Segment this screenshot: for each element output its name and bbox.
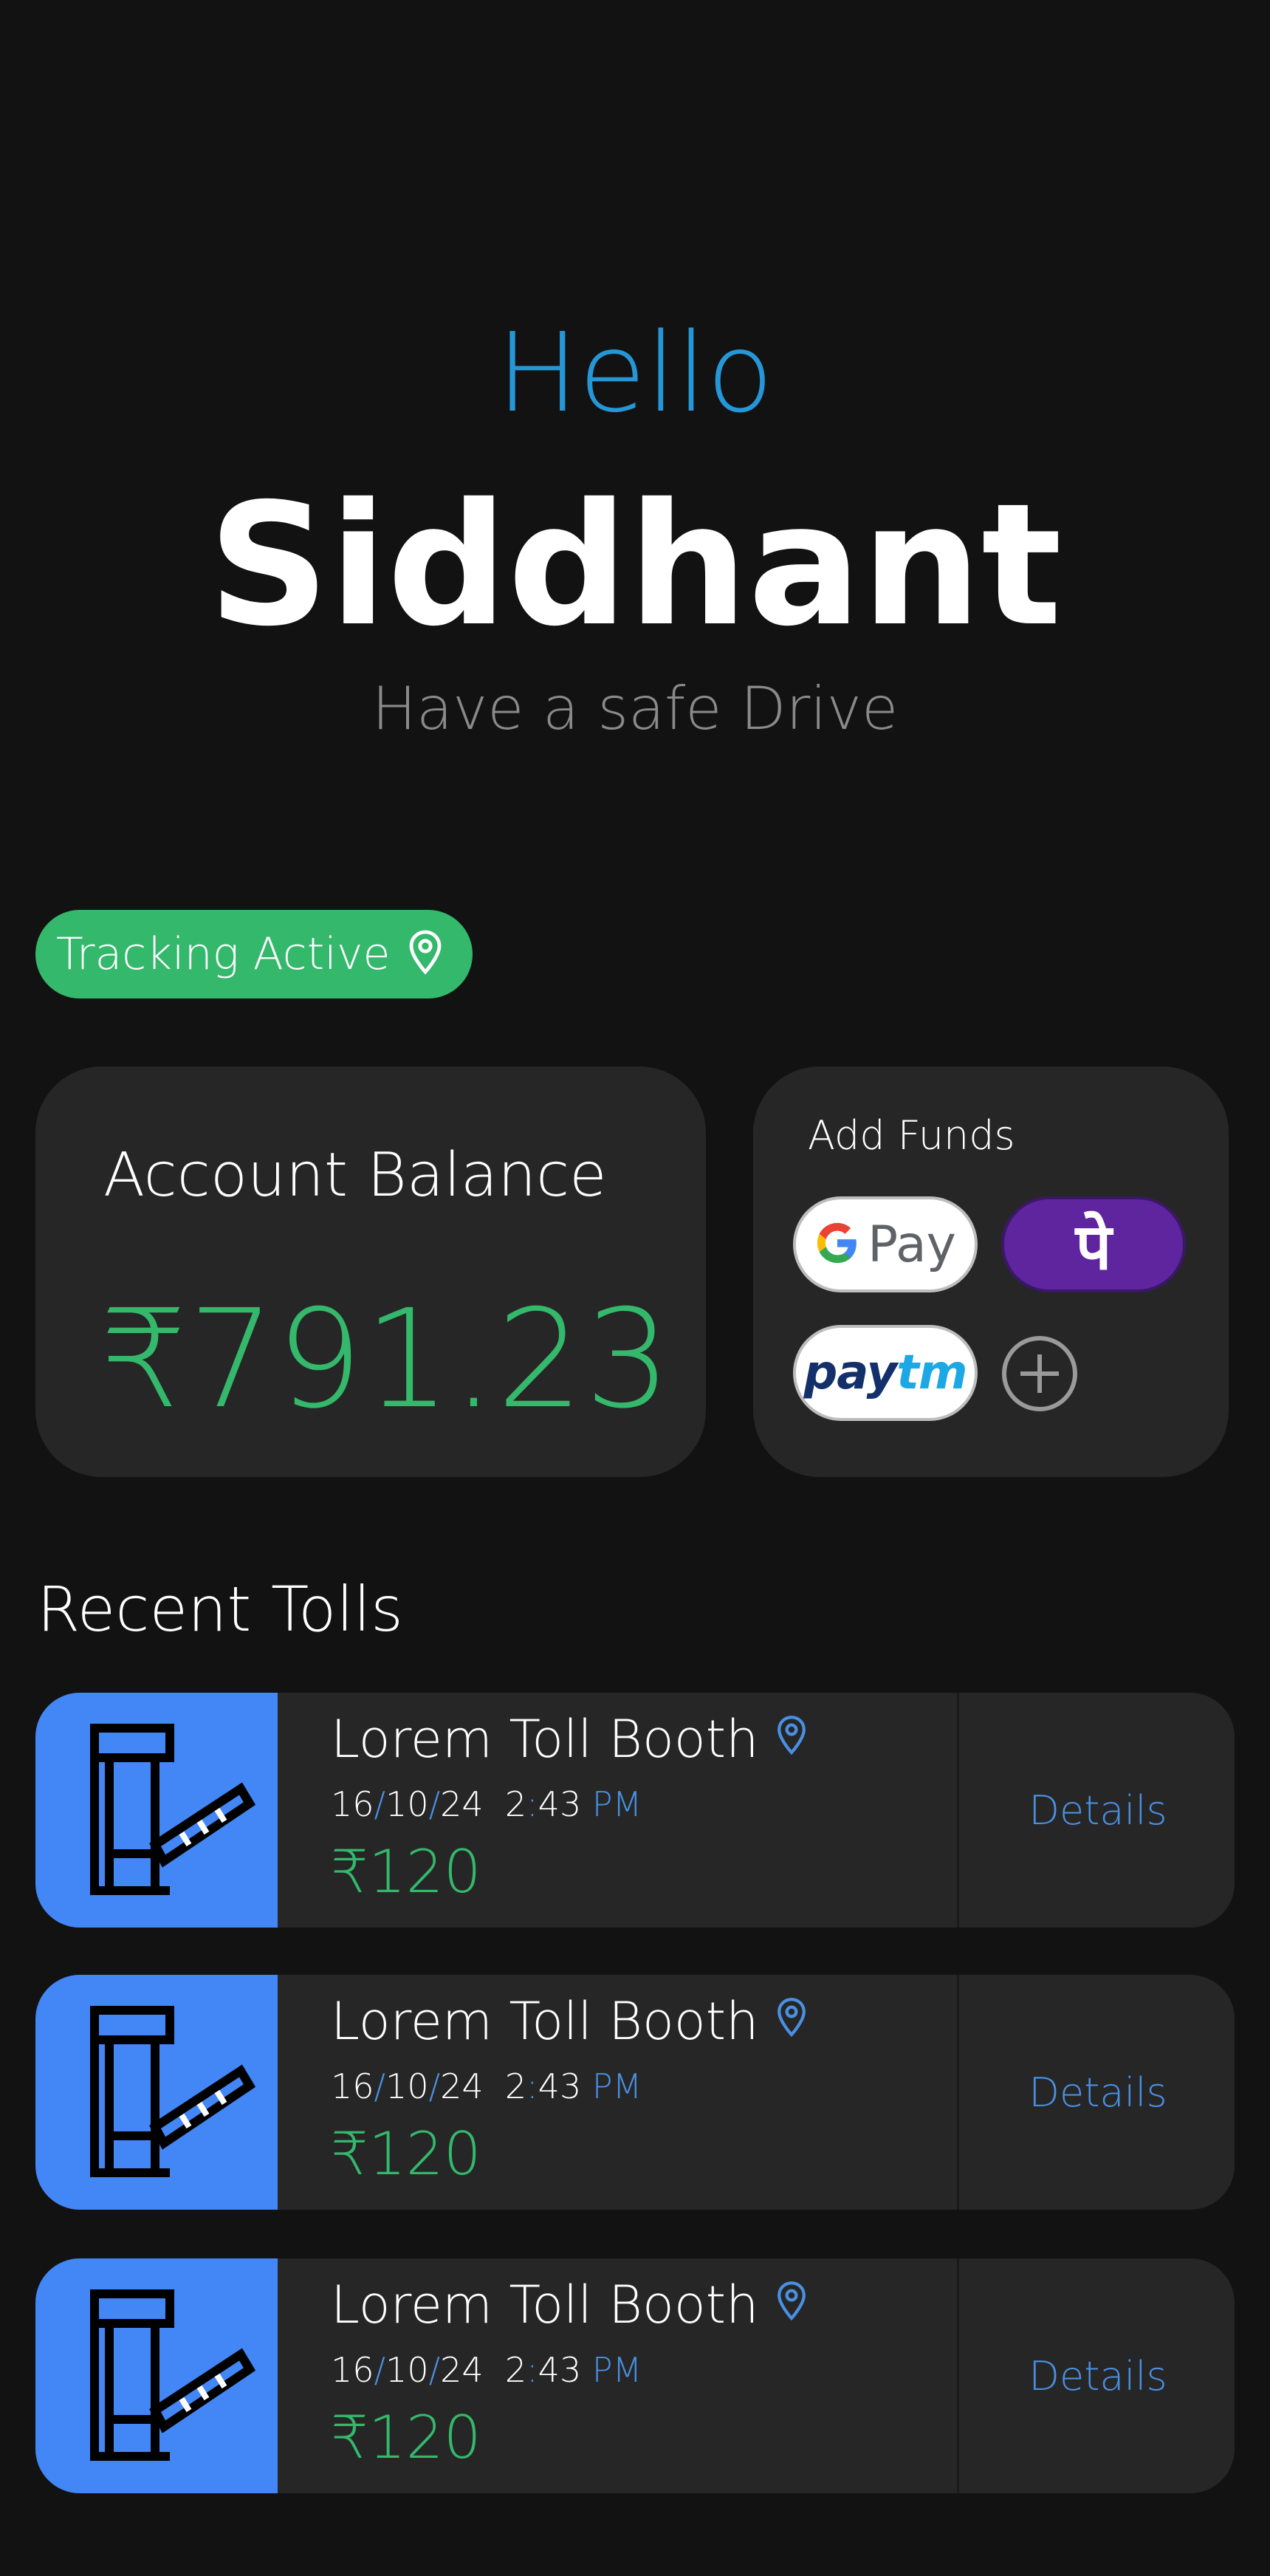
- phonepe-button[interactable]: पे: [1001, 1196, 1186, 1292]
- toll-icon-container: [35, 1693, 278, 1928]
- divider: [957, 1975, 959, 2210]
- toll-amount: ₹120: [331, 1837, 481, 1906]
- paytm-label: paytm: [803, 1346, 967, 1400]
- gpay-button[interactable]: Pay: [793, 1196, 978, 1292]
- tracking-status-badge[interactable]: Tracking Active: [35, 910, 473, 998]
- location-pin-icon: [775, 1709, 809, 1770]
- account-balance-title: Account Balance: [103, 1140, 607, 1210]
- recent-tolls-title: Recent Tolls: [37, 1573, 403, 1645]
- toll-details-button[interactable]: Details: [961, 1693, 1235, 1928]
- tagline: Have a safe Drive: [371, 674, 899, 743]
- toll-item[interactable]: Lorem Toll Booth 16/10/24 2:43 PM ₹120 D…: [35, 1693, 1235, 1928]
- toll-item[interactable]: Lorem Toll Booth 16/10/24 2:43 PM ₹120 D…: [35, 2258, 1235, 2493]
- toll-datetime: 16/10/24 2:43 PM: [331, 1784, 642, 1824]
- toll-datetime: 16/10/24 2:43 PM: [331, 2350, 642, 2390]
- toll-item[interactable]: Lorem Toll Booth 16/10/24 2:43 PM ₹120 D…: [35, 1975, 1235, 2210]
- phonepe-label: पे: [1075, 1210, 1112, 1284]
- toll-booth-name: Lorem Toll Booth: [331, 1991, 809, 2052]
- toll-amount: ₹120: [331, 2403, 481, 2472]
- account-balance-amount: ₹791.23: [100, 1281, 673, 1439]
- toll-booth-name: Lorem Toll Booth: [331, 2275, 809, 2335]
- toll-icon-container: [35, 2258, 278, 2493]
- divider: [957, 2258, 959, 2493]
- add-payment-method-button[interactable]: [1000, 1334, 1080, 1414]
- google-g-icon: [814, 1220, 860, 1269]
- location-pin-icon: [775, 1991, 809, 2052]
- toll-datetime: 16/10/24 2:43 PM: [331, 2066, 642, 2106]
- tracking-status-label: Tracking Active: [56, 928, 391, 980]
- location-pin-icon: [775, 2275, 809, 2335]
- account-balance-card: Account Balance ₹791.23: [35, 1066, 706, 1477]
- toll-amount: ₹120: [331, 2120, 481, 2188]
- divider: [957, 1693, 959, 1928]
- gpay-label: Pay: [868, 1215, 956, 1274]
- toll-icon-container: [35, 1975, 278, 2210]
- paytm-button[interactable]: paytm: [793, 1325, 978, 1421]
- toll-details-button[interactable]: Details: [961, 2258, 1235, 2493]
- add-funds-title: Add Funds: [808, 1112, 1015, 1159]
- add-funds-card: Add Funds Pay पे paytm: [753, 1066, 1229, 1477]
- greeting-hello: Hello: [496, 309, 774, 436]
- toll-details-button[interactable]: Details: [961, 1975, 1235, 2210]
- toll-booth-name: Lorem Toll Booth: [331, 1709, 809, 1770]
- location-pin-icon: [406, 929, 444, 979]
- plus-circle-icon: [1000, 1336, 1080, 1417]
- user-name: Siddhant: [207, 467, 1063, 663]
